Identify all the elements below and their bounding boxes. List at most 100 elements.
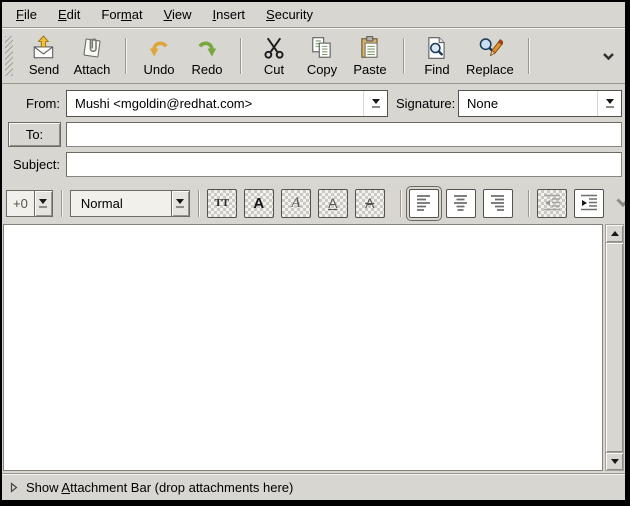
find-label: Find bbox=[424, 62, 449, 77]
strikethrough-button[interactable]: A bbox=[355, 189, 385, 218]
send-label: Send bbox=[29, 62, 59, 77]
window-content: File Edit Format View Insert Security Se… bbox=[2, 2, 625, 500]
toolbar-overflow-button[interactable] bbox=[600, 45, 617, 68]
unindent-button[interactable] bbox=[537, 189, 567, 218]
from-row: From: Mushi <mgoldin@redhat.com> Signatu… bbox=[4, 90, 622, 117]
format-separator bbox=[198, 190, 199, 217]
copy-icon bbox=[309, 35, 335, 61]
cut-button[interactable]: Cut bbox=[250, 31, 298, 81]
attachment-bar-label: Show Attachment Bar (drop attachments he… bbox=[26, 480, 293, 495]
menu-label: For bbox=[101, 7, 121, 22]
menu-file[interactable]: File bbox=[8, 4, 45, 25]
from-value: Mushi <mgoldin@redhat.com> bbox=[67, 96, 363, 111]
copy-button[interactable]: Copy bbox=[298, 31, 346, 81]
attachment-bar-toggle[interactable]: Show Attachment Bar (drop attachments he… bbox=[2, 473, 625, 500]
redo-label: Redo bbox=[191, 62, 222, 77]
undo-icon bbox=[146, 35, 172, 61]
combo-arrow-icon bbox=[597, 91, 621, 116]
to-button[interactable]: To: bbox=[8, 122, 61, 147]
typewriter-button[interactable]: TT bbox=[207, 189, 237, 218]
italic-icon: A bbox=[291, 195, 300, 212]
message-body-area bbox=[3, 224, 624, 471]
align-center-button[interactable] bbox=[446, 189, 476, 218]
align-left-button[interactable] bbox=[409, 189, 439, 218]
cut-icon bbox=[261, 35, 287, 61]
from-select[interactable]: Mushi <mgoldin@redhat.com> bbox=[66, 90, 388, 117]
scroll-up-button[interactable] bbox=[606, 225, 623, 242]
send-button[interactable]: Send bbox=[20, 31, 68, 81]
font-size-select[interactable]: +0 bbox=[6, 190, 53, 217]
indent-button[interactable] bbox=[574, 189, 604, 218]
chevron-down-icon bbox=[602, 52, 615, 61]
subject-label: Subject: bbox=[4, 157, 60, 172]
paste-label: Paste bbox=[353, 62, 386, 77]
chevron-down-icon bbox=[615, 197, 625, 208]
menu-label: S bbox=[266, 7, 275, 22]
bold-button[interactable]: A bbox=[244, 189, 274, 218]
format-separator bbox=[61, 190, 62, 217]
signature-value: None bbox=[459, 96, 597, 111]
align-right-button[interactable] bbox=[483, 189, 513, 218]
combo-arrow-icon bbox=[363, 91, 387, 116]
main-toolbar: Send Attach Undo bbox=[2, 28, 625, 84]
menu-label: nsert bbox=[216, 7, 245, 22]
menu-view[interactable]: View bbox=[156, 4, 200, 25]
menu-label: V bbox=[164, 7, 172, 22]
paste-icon bbox=[357, 35, 383, 61]
format-separator bbox=[400, 190, 401, 217]
redo-button[interactable]: Redo bbox=[183, 31, 231, 81]
menu-label: ecurity bbox=[275, 7, 313, 22]
combo-arrow-icon[interactable] bbox=[171, 191, 189, 216]
align-center-icon bbox=[452, 193, 469, 213]
menu-label: E bbox=[58, 7, 67, 22]
toolbar-separator bbox=[403, 38, 404, 74]
replace-icon bbox=[477, 35, 503, 61]
message-body[interactable] bbox=[3, 224, 603, 471]
signature-select[interactable]: None bbox=[458, 90, 622, 117]
toolbar-separator bbox=[125, 38, 126, 74]
toolbar-drag-handle[interactable] bbox=[5, 36, 13, 76]
attach-button[interactable]: Attach bbox=[68, 31, 116, 81]
format-separator bbox=[528, 190, 529, 217]
menu-security[interactable]: Security bbox=[258, 4, 321, 25]
italic-button[interactable]: A bbox=[281, 189, 311, 218]
format-toolbar: +0 Normal TT A A A A bbox=[2, 184, 625, 222]
bold-icon: A bbox=[253, 195, 264, 212]
menu-edit[interactable]: Edit bbox=[50, 4, 88, 25]
cut-label: Cut bbox=[264, 62, 284, 77]
paragraph-style-select[interactable]: Normal bbox=[70, 190, 190, 217]
font-size-value: +0 bbox=[7, 191, 34, 216]
indent-icon bbox=[579, 193, 599, 213]
to-row: To: bbox=[4, 122, 622, 147]
underline-icon: A bbox=[328, 195, 337, 211]
menu-label: dit bbox=[67, 7, 81, 22]
menu-format[interactable]: Format bbox=[93, 4, 150, 25]
replace-label: Replace bbox=[466, 62, 514, 77]
strikethrough-icon: A bbox=[365, 195, 374, 211]
signature-label: Signature: bbox=[396, 96, 452, 111]
find-button[interactable]: Find bbox=[413, 31, 461, 81]
menu-label: at bbox=[132, 7, 143, 22]
menu-label: F bbox=[16, 7, 24, 22]
composer-window: File Edit Format View Insert Security Se… bbox=[0, 0, 630, 506]
expander-triangle-icon bbox=[10, 482, 18, 493]
to-input[interactable] bbox=[66, 122, 622, 147]
arrow-up-icon bbox=[611, 231, 619, 236]
toolbar-separator bbox=[528, 38, 529, 74]
format-overflow-button[interactable] bbox=[613, 194, 625, 213]
combo-arrow-icon[interactable] bbox=[34, 191, 52, 216]
subject-input[interactable] bbox=[66, 152, 622, 177]
paste-button[interactable]: Paste bbox=[346, 31, 394, 81]
send-icon bbox=[31, 35, 57, 61]
align-left-icon bbox=[415, 193, 432, 213]
undo-button[interactable]: Undo bbox=[135, 31, 183, 81]
copy-label: Copy bbox=[307, 62, 337, 77]
menu-insert[interactable]: Insert bbox=[205, 4, 254, 25]
scrollbar-thumb[interactable] bbox=[606, 243, 623, 452]
attach-label: Attach bbox=[74, 62, 111, 77]
scroll-down-button[interactable] bbox=[606, 453, 623, 470]
undo-label: Undo bbox=[143, 62, 174, 77]
unindent-icon bbox=[542, 193, 562, 213]
replace-button[interactable]: Replace bbox=[461, 31, 519, 81]
underline-button[interactable]: A bbox=[318, 189, 348, 218]
